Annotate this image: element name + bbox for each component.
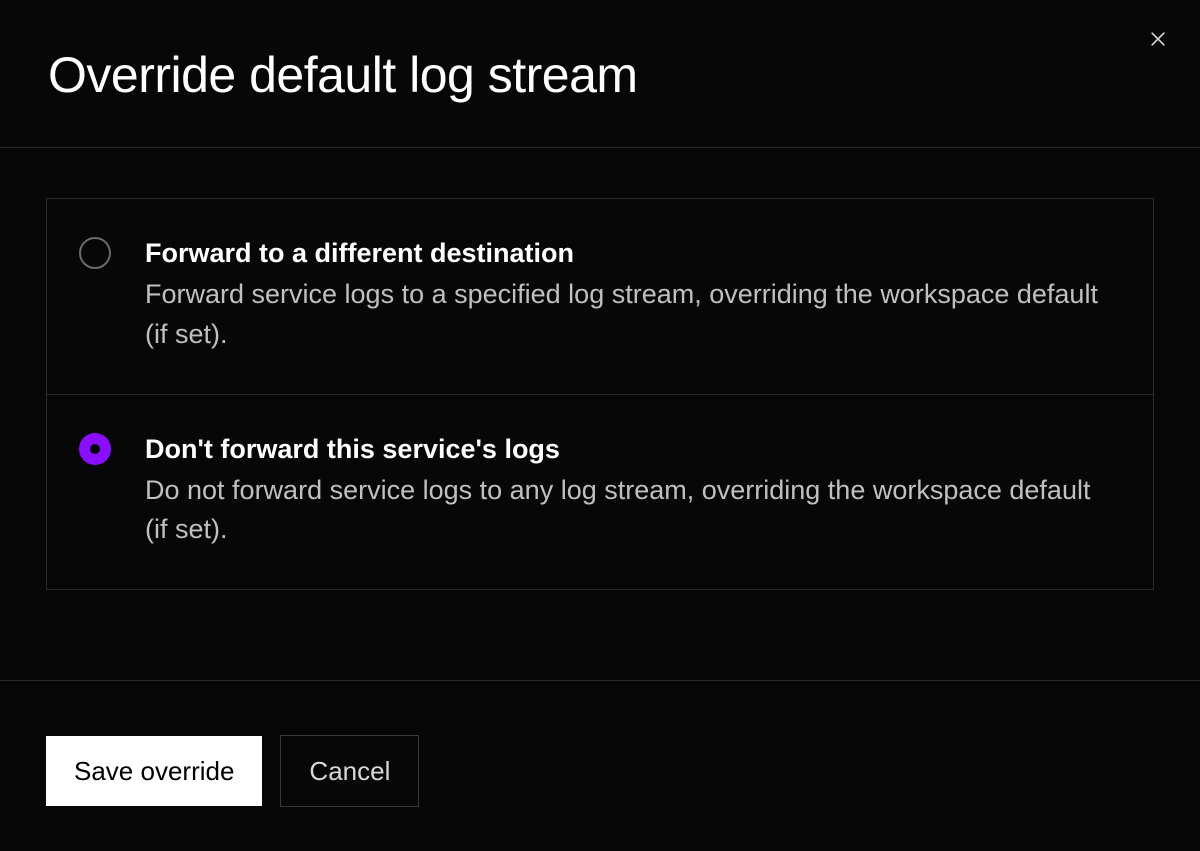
modal-title: Override default log stream — [48, 48, 1152, 103]
radio-selected-dot-icon — [90, 444, 100, 454]
option-content: Don't forward this service's logs Do not… — [145, 431, 1115, 550]
close-icon — [1148, 29, 1168, 52]
option-content: Forward to a different destination Forwa… — [145, 235, 1115, 354]
close-button[interactable] — [1144, 26, 1172, 54]
option-description: Do not forward service logs to any log s… — [145, 471, 1115, 549]
save-override-button[interactable]: Save override — [46, 736, 262, 806]
option-title: Forward to a different destination — [145, 235, 1115, 271]
modal-body: Forward to a different destination Forwa… — [0, 148, 1200, 680]
cancel-button[interactable]: Cancel — [280, 735, 419, 807]
radio-selected-icon — [79, 433, 111, 465]
option-group: Forward to a different destination Forwa… — [46, 198, 1154, 590]
radio-unselected-icon — [79, 237, 111, 269]
override-log-stream-modal: Override default log stream Forward to a… — [0, 0, 1200, 851]
modal-footer: Save override Cancel — [0, 680, 1200, 851]
option-forward-different-destination[interactable]: Forward to a different destination Forwa… — [47, 199, 1153, 395]
modal-header: Override default log stream — [0, 0, 1200, 148]
option-description: Forward service logs to a specified log … — [145, 275, 1115, 353]
option-title: Don't forward this service's logs — [145, 431, 1115, 467]
option-dont-forward-logs[interactable]: Don't forward this service's logs Do not… — [47, 395, 1153, 590]
